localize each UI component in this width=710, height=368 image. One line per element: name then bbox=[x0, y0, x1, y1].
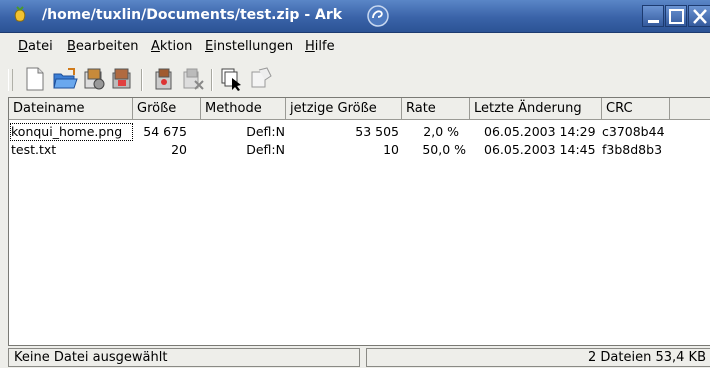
table-row[interactable]: test.txt 20 Defl:N 10 50,0 % 06.05.2003 … bbox=[9, 141, 710, 159]
menu-einstellungen[interactable]: Einstellungen bbox=[205, 39, 293, 54]
cell-packed-size: 53 505 bbox=[355, 124, 399, 139]
cell-rate: 50,0 % bbox=[422, 142, 466, 157]
column-header-filler bbox=[670, 98, 710, 120]
open-archive-icon[interactable] bbox=[52, 66, 78, 92]
column-header-jetzige-groesse[interactable]: jetzige Größe bbox=[286, 98, 402, 120]
toolbar-separator bbox=[211, 69, 213, 91]
toolbar bbox=[0, 61, 710, 95]
view-icon[interactable] bbox=[247, 66, 273, 92]
column-header-rate[interactable]: Rate bbox=[402, 98, 470, 120]
cell-size: 54 675 bbox=[143, 124, 187, 139]
add-file-icon[interactable] bbox=[81, 66, 107, 92]
column-header-methode[interactable]: Methode bbox=[201, 98, 286, 120]
menu-hilfe[interactable]: Hilfe bbox=[305, 39, 335, 54]
select-icon[interactable] bbox=[219, 66, 245, 92]
cell-method: Defl:N bbox=[246, 124, 285, 139]
column-header-groesse[interactable]: Größe bbox=[133, 98, 201, 120]
file-list[interactable]: Dateiname Größe Methode jetzige Größe Ra… bbox=[8, 97, 710, 346]
ark-icon[interactable] bbox=[10, 6, 30, 26]
cell-modified: 06.05.2003 14:45 bbox=[484, 142, 596, 157]
maximize-button[interactable] bbox=[665, 5, 687, 27]
menu-datei[interactable]: Datei bbox=[18, 39, 53, 54]
window-title: /home/tuxlin/Documents/test.zip - Ark bbox=[42, 7, 343, 23]
sticky-icon[interactable] bbox=[366, 4, 390, 28]
cell-crc: c3708b44 bbox=[602, 124, 665, 139]
menu-bar: Datei Bearbeiten Aktion Einstellungen Hi… bbox=[0, 33, 710, 60]
cell-size: 20 bbox=[171, 142, 187, 157]
cell-crc: f3b8d8b3 bbox=[602, 142, 663, 157]
delete-icon[interactable] bbox=[180, 66, 206, 92]
toolbar-handle[interactable] bbox=[8, 69, 13, 91]
status-selection: Keine Datei ausgewählt bbox=[8, 348, 360, 367]
cell-method: Defl:N bbox=[246, 142, 285, 157]
new-archive-icon[interactable] bbox=[22, 66, 48, 92]
close-icon bbox=[693, 9, 707, 24]
column-header-letzte-aenderung[interactable]: Letzte Änderung bbox=[470, 98, 602, 120]
title-bar[interactable]: /home/tuxlin/Documents/test.zip - Ark bbox=[0, 0, 710, 33]
status-summary: 2 Dateien 53,4 KB bbox=[366, 348, 710, 367]
cell-modified: 06.05.2003 14:29 bbox=[484, 124, 596, 139]
menu-bearbeiten[interactable]: Bearbeiten bbox=[67, 39, 138, 54]
minimize-icon bbox=[648, 20, 659, 23]
cell-filename: test.txt bbox=[11, 142, 57, 157]
status-bar: Keine Datei ausgewählt 2 Dateien 53,4 KB bbox=[8, 348, 710, 368]
cell-rate: 2,0 % bbox=[423, 124, 459, 139]
toolbar-separator bbox=[141, 69, 143, 91]
menu-aktion[interactable]: Aktion bbox=[151, 39, 192, 54]
list-header: Dateiname Größe Methode jetzige Größe Ra… bbox=[9, 98, 710, 120]
table-row[interactable]: konqui_home.png 54 675 Defl:N 53 505 2,0… bbox=[9, 123, 710, 141]
maximize-icon bbox=[669, 9, 684, 24]
cell-packed-size: 10 bbox=[383, 142, 399, 157]
column-header-dateiname[interactable]: Dateiname bbox=[9, 98, 133, 120]
cell-filename: konqui_home.png bbox=[10, 123, 133, 141]
minimize-button[interactable] bbox=[642, 5, 664, 27]
extract-icon[interactable] bbox=[151, 66, 177, 92]
column-header-crc[interactable]: CRC bbox=[602, 98, 670, 120]
close-button[interactable] bbox=[688, 5, 710, 27]
add-folder-icon[interactable] bbox=[109, 66, 135, 92]
